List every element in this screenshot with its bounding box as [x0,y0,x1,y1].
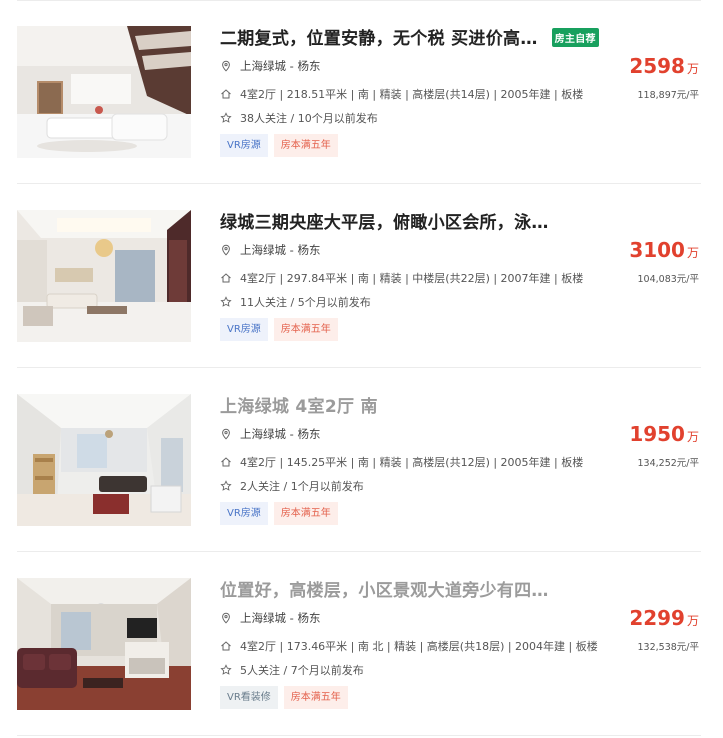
living-room-photo [17,578,191,710]
community-link[interactable]: 上海绿城 - 杨东 [240,426,320,442]
listing-follow-info: 38人关注 / 10个月以前发布 [220,110,378,126]
listing-house-info: 4室2厅 | 145.25平米 | 南 | 精装 | 高楼层(共12层) | 2… [220,454,583,470]
total-price: 2598 万 [629,54,699,78]
listing-house-info: 4室2厅 | 173.46平米 | 南 北 | 精装 | 高楼层(共18层) |… [220,638,598,654]
total-price-unit: 万 [686,62,699,76]
total-price: 3100 万 [629,238,699,262]
follow-text: 38人关注 / 10个月以前发布 [240,112,378,125]
follow-text: 11人关注 / 5个月以前发布 [240,296,371,309]
listing-photo[interactable] [17,26,191,158]
listing-list: 二期复式，位置安静，无个税 买进价高… 房主自荐 上海绿城 - 杨东 4室2厅 |… [0,0,723,738]
total-price: 2299 万 [629,606,699,630]
location-pin-icon [220,428,232,440]
vr-tag: VR房源 [220,502,268,525]
star-icon [220,112,232,124]
house-info-text: 4室2厅 | 218.51平米 | 南 | 精装 | 高楼层(共14层) | 2… [240,88,584,101]
unit-price: 104,083元/平 [637,274,700,285]
divider [17,735,701,736]
listing-tags: VR看装修 房本满五年 [220,686,348,709]
total-price-value: 2598 [629,54,685,78]
listing-photo[interactable] [17,578,191,710]
living-room-photo [17,394,191,526]
listing-location: 上海绿城 - 杨东 [220,58,320,74]
living-room-photo [17,210,191,342]
listing-house-info: 4室2厅 | 297.84平米 | 南 | 精装 | 中楼层(共22层) | 2… [220,270,583,286]
listing-tags: VR房源 房本满五年 [220,318,338,341]
house-info-text: 4室2厅 | 145.25平米 | 南 | 精装 | 高楼层(共12层) | 2… [240,456,584,469]
follow-text: 5人关注 / 7个月以前发布 [240,664,364,677]
unit-price: 118,897元/平 [637,90,700,101]
listing-title[interactable]: 二期复式，位置安静，无个税 买进价高… 房主自荐 [220,24,599,49]
listing-house-info: 4室2厅 | 218.51平米 | 南 | 精装 | 高楼层(共14层) | 2… [220,86,583,102]
five-year-tag: 房本满五年 [273,318,338,341]
house-icon [220,88,232,100]
total-price-unit: 万 [686,430,699,444]
community-link[interactable]: 上海绿城 - 杨东 [240,58,320,74]
vr-decoration-tag: VR看装修 [220,686,278,709]
listing-photo[interactable] [17,394,191,526]
listing-tags: VR房源 房本满五年 [220,502,338,525]
total-price-value: 1950 [629,422,685,446]
vr-tag: VR房源 [220,318,268,341]
listing-follow-info: 5人关注 / 7个月以前发布 [220,662,364,678]
listing-tags: VR房源 房本满五年 [220,134,338,157]
unit-price: 132,538元/平 [637,642,700,653]
listing-item: 绿城三期央座大平层，俯瞰小区会所，泳… 上海绿城 - 杨东 4室2厅 | 297… [0,184,723,368]
follow-text: 2人关注 / 1个月以前发布 [240,480,364,493]
location-pin-icon [220,244,232,256]
listing-location: 上海绿城 - 杨东 [220,242,320,258]
community-link[interactable]: 上海绿城 - 杨东 [240,242,320,258]
listing-photo[interactable] [17,210,191,342]
listing-title-text: 二期复式，位置安静，无个税 买进价高… [220,29,538,49]
listing-location: 上海绿城 - 杨东 [220,426,320,442]
listing-title[interactable]: 上海绿城 4室2厅 南 [220,392,378,417]
living-room-photo [17,26,191,158]
total-price-unit: 万 [686,614,699,628]
listing-item: 上海绿城 4室2厅 南 上海绿城 - 杨东 4室2厅 | 145.25平米 | … [0,368,723,552]
owner-recommend-badge: 房主自荐 [551,28,599,47]
listing-item: 二期复式，位置安静，无个税 买进价高… 房主自荐 上海绿城 - 杨东 4室2厅 |… [0,0,723,184]
star-icon [220,480,232,492]
five-year-tag: 房本满五年 [273,502,338,525]
house-icon [220,272,232,284]
listing-item: 位置好，高楼层，小区景观大道旁少有四… 上海绿城 - 杨东 4室2厅 | 173… [0,552,723,736]
total-price-value: 3100 [629,238,685,262]
house-info-text: 4室2厅 | 173.46平米 | 南 北 | 精装 | 高楼层(共18层) |… [240,640,598,653]
vr-tag: VR房源 [220,134,268,157]
star-icon [220,664,232,676]
location-pin-icon [220,60,232,72]
house-icon [220,456,232,468]
unit-price: 134,252元/平 [637,458,700,469]
listing-location: 上海绿城 - 杨东 [220,610,320,626]
star-icon [220,296,232,308]
five-year-tag: 房本满五年 [273,134,338,157]
total-price-value: 2299 [629,606,685,630]
total-price: 1950 万 [629,422,699,446]
listing-follow-info: 2人关注 / 1个月以前发布 [220,478,364,494]
listing-title[interactable]: 位置好，高楼层，小区景观大道旁少有四… [220,576,549,601]
house-info-text: 4室2厅 | 297.84平米 | 南 | 精装 | 中楼层(共22层) | 2… [240,272,584,285]
listing-follow-info: 11人关注 / 5个月以前发布 [220,294,371,310]
five-year-tag: 房本满五年 [283,686,348,709]
community-link[interactable]: 上海绿城 - 杨东 [240,610,320,626]
location-pin-icon [220,612,232,624]
house-icon [220,640,232,652]
listing-title[interactable]: 绿城三期央座大平层，俯瞰小区会所，泳… [220,208,549,233]
total-price-unit: 万 [686,246,699,260]
